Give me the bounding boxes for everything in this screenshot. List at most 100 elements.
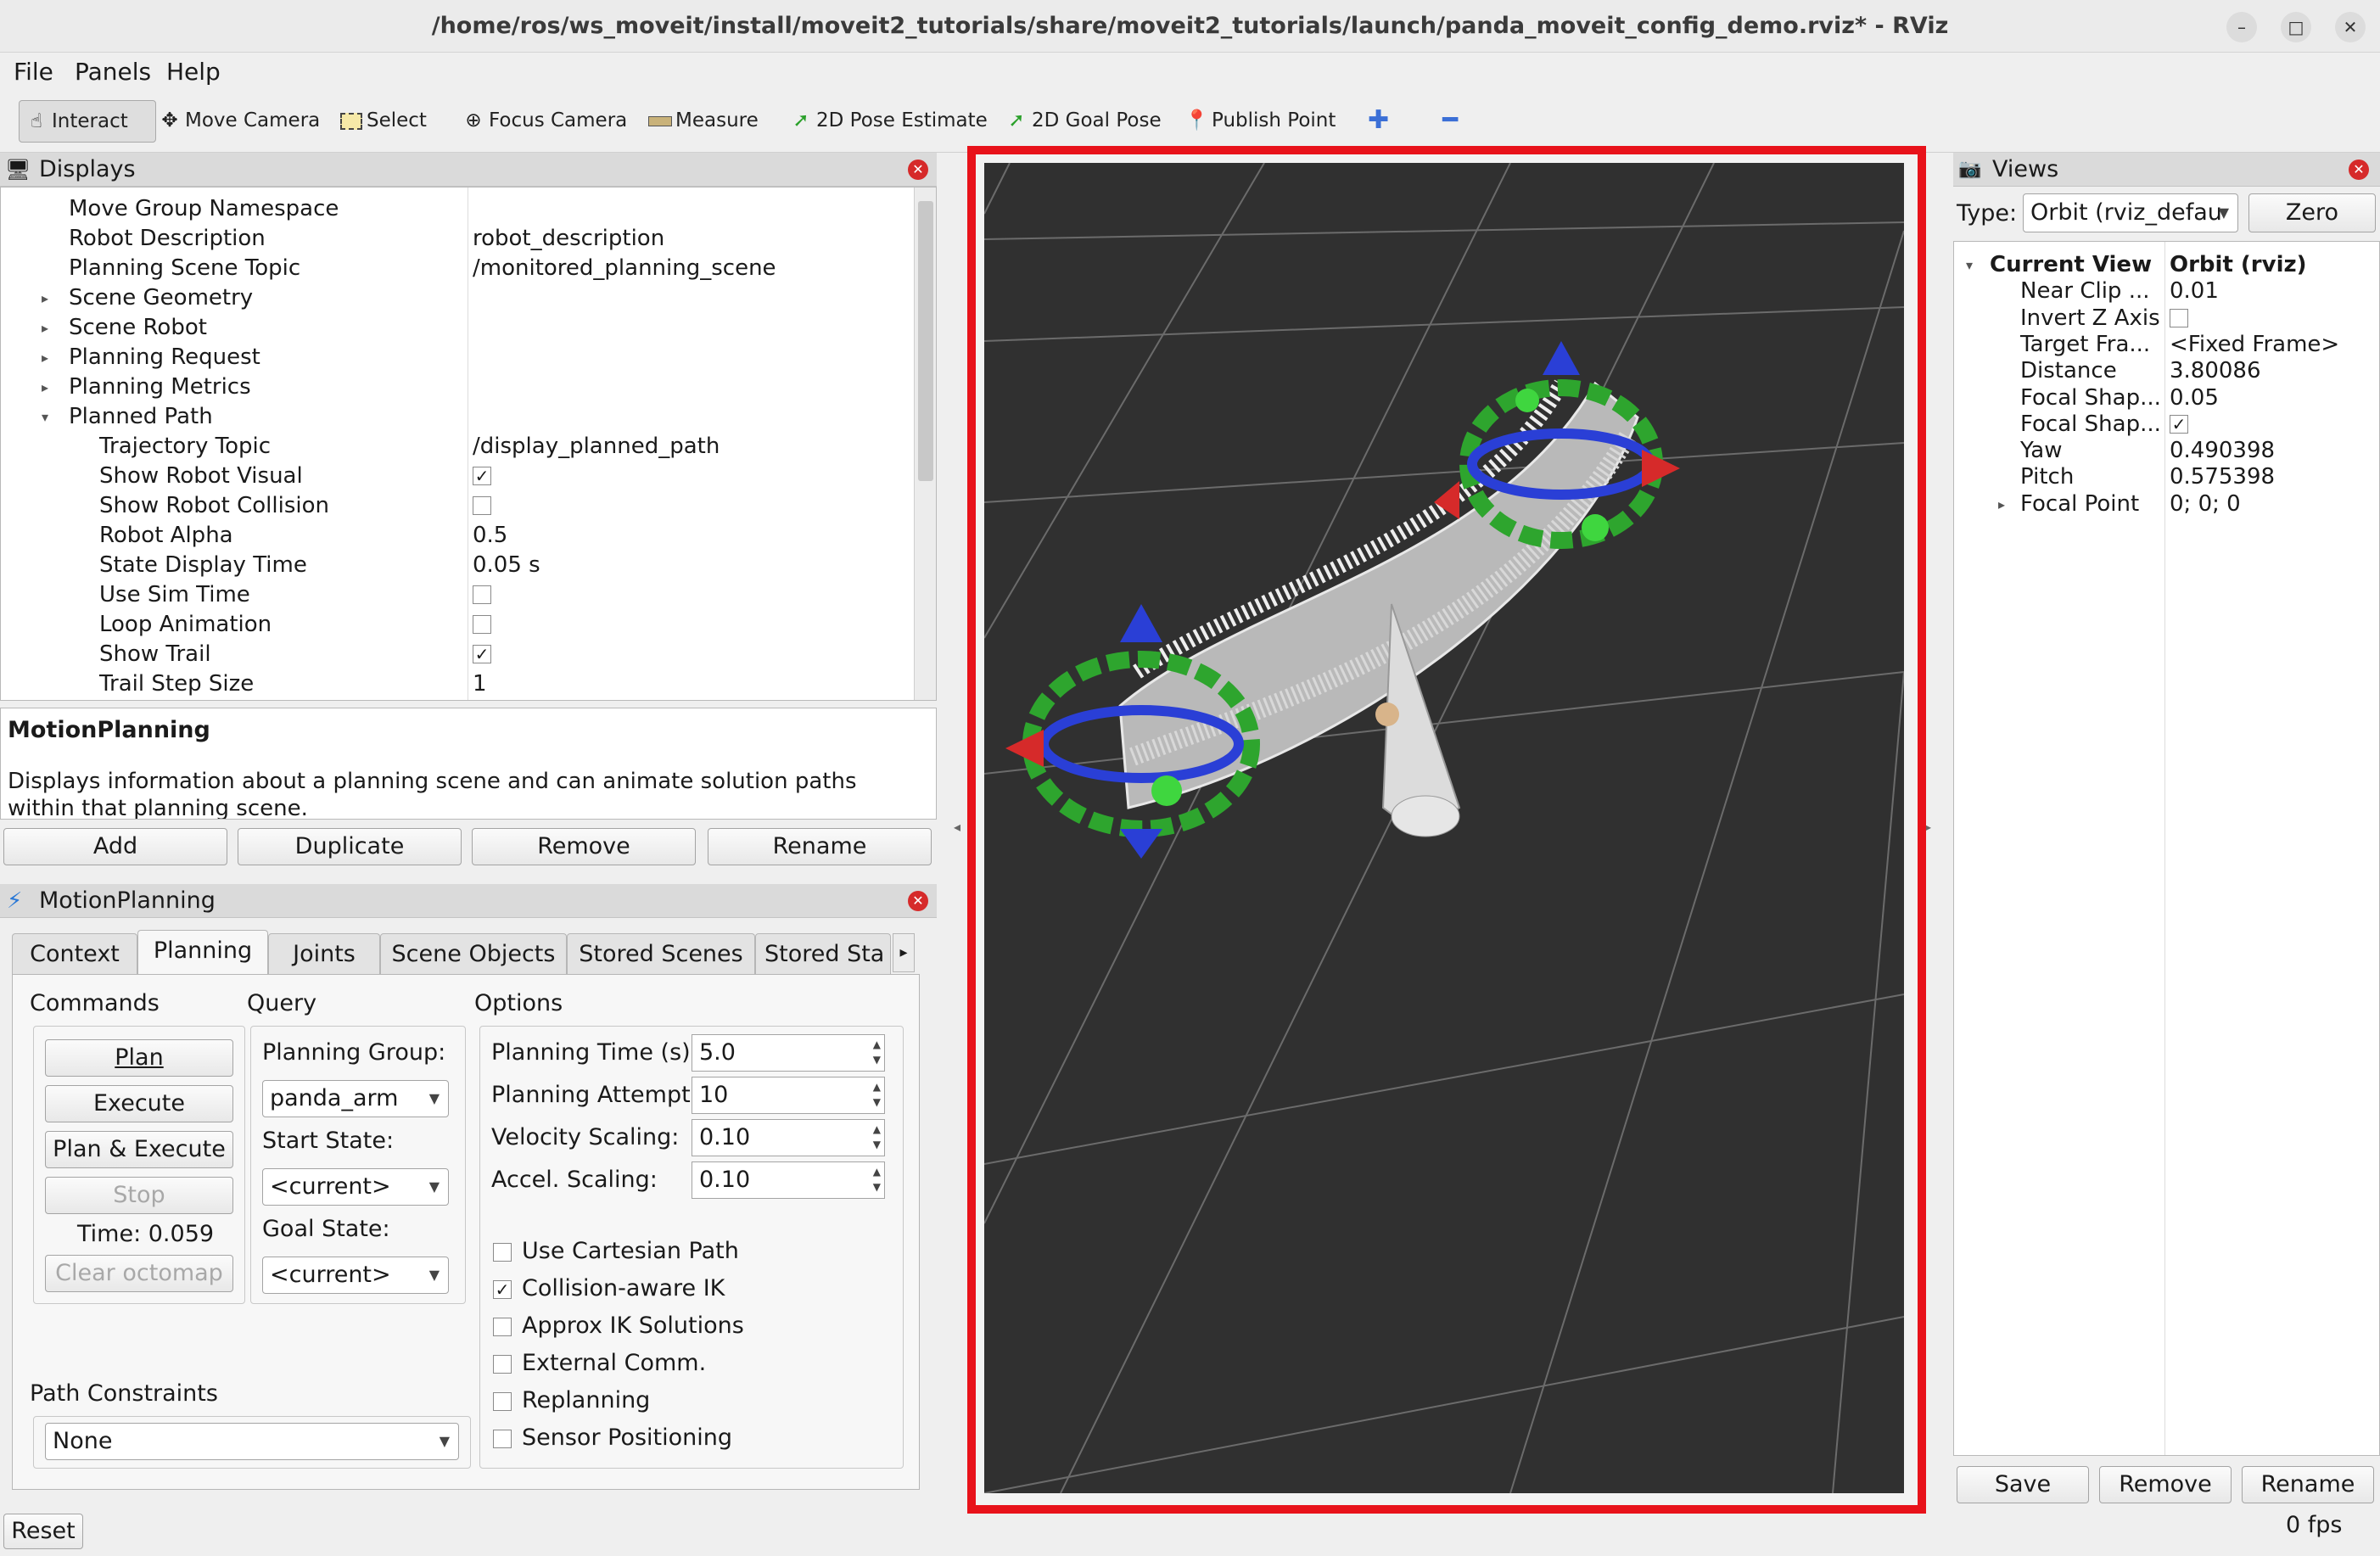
option-checkbox[interactable]: [493, 1243, 512, 1262]
close-icon[interactable]: ✕: [2335, 12, 2366, 42]
close-views-icon[interactable]: ✕: [2349, 160, 2369, 180]
chevron-down-icon[interactable]: ▾: [1966, 257, 1973, 273]
displays-tree[interactable]: Move Group Namespace Robot Description rob…: [0, 187, 937, 701]
reset-button[interactable]: Reset: [3, 1514, 83, 1549]
display-property-name[interactable]: Trajectory Topic: [99, 432, 271, 462]
spin-arrows-icon[interactable]: ▲ ▼: [873, 1164, 881, 1195]
view-property-value[interactable]: Orbit (rviz): [2170, 250, 2307, 280]
remove-tool-icon[interactable]: ━: [1442, 100, 1458, 141]
rename-view-button[interactable]: Rename: [2242, 1466, 2374, 1503]
option-label[interactable]: Approx IK Solutions: [522, 1313, 744, 1339]
planning-time-input[interactable]: 5.0 ▲ ▼: [692, 1034, 885, 1072]
focus-camera-tool-button[interactable]: ⊕ Focus Camera: [462, 100, 627, 141]
tab-scene-objects[interactable]: Scene Objects: [380, 933, 567, 974]
view-property-value[interactable]: <Fixed Frame>: [2170, 330, 2339, 360]
option-checkbox[interactable]: [493, 1355, 512, 1374]
accel-scaling-input[interactable]: 0.10 ▲ ▼: [692, 1161, 885, 1199]
display-property-checkbox[interactable]: ✓: [473, 645, 491, 663]
display-property-name[interactable]: Move Group Namespace: [69, 194, 339, 224]
display-property-name[interactable]: Show Robot Collision: [99, 491, 329, 521]
zero-button[interactable]: Zero: [2248, 193, 2376, 232]
duplicate-button[interactable]: Duplicate: [238, 828, 462, 865]
path-constraints-select[interactable]: None ▼: [45, 1423, 459, 1460]
menu-help[interactable]: Help: [166, 58, 221, 86]
view-property-value[interactable]: 3.80086: [2170, 356, 2261, 386]
start-state-select[interactable]: <current> ▼: [262, 1168, 449, 1206]
display-property-name[interactable]: Trail Step Size: [99, 669, 254, 699]
display-property-value[interactable]: 0.5: [473, 521, 507, 551]
display-property-name[interactable]: State Display Time: [99, 551, 307, 580]
view-property-value[interactable]: 0.490398: [2170, 436, 2275, 466]
execute-button[interactable]: Execute: [45, 1085, 233, 1122]
view-type-select[interactable]: Orbit (rviz_defau ▼: [2023, 193, 2238, 232]
view-property-name[interactable]: Invert Z Axis: [2020, 304, 2160, 333]
chevron-right-icon[interactable]: ▸: [42, 290, 48, 306]
view-property-name[interactable]: Focal Point: [2020, 490, 2139, 519]
view-property-checkbox[interactable]: [2170, 308, 2188, 327]
tab-context[interactable]: Context: [12, 933, 137, 974]
chevron-right-icon[interactable]: ▸: [42, 350, 48, 366]
close-motionplanning-icon[interactable]: ✕: [908, 891, 928, 911]
minimize-icon[interactable]: –: [2226, 12, 2257, 42]
view-property-value[interactable]: 0.01: [2170, 277, 2219, 306]
display-property-value[interactable]: 1: [473, 669, 487, 699]
option-label[interactable]: Sensor Positioning: [522, 1424, 732, 1451]
view-property-name[interactable]: Distance: [2020, 356, 2117, 386]
publish-point-tool-button[interactable]: 📍 Publish Point: [1184, 100, 1336, 141]
chevron-right-icon[interactable]: ▸: [42, 320, 48, 336]
save-view-button[interactable]: Save: [1957, 1466, 2089, 1503]
view-property-value[interactable]: 0.05: [2170, 383, 2219, 413]
rename-display-button[interactable]: Rename: [708, 828, 932, 865]
view-property-name[interactable]: Yaw: [2020, 436, 2063, 466]
goal-state-select[interactable]: <current> ▼: [262, 1257, 449, 1294]
view-property-value[interactable]: 0; 0; 0: [2170, 490, 2241, 519]
render-viewport[interactable]: [984, 163, 1904, 1493]
display-property-checkbox[interactable]: [473, 585, 491, 604]
remove-display-button[interactable]: Remove: [472, 828, 696, 865]
display-property-name[interactable]: Planning Metrics: [69, 372, 251, 402]
option-checkbox[interactable]: [493, 1430, 512, 1448]
views-tree[interactable]: ▾ Current View Orbit (rviz) Near Clip ... 0.…: [1953, 241, 2380, 1456]
plan-button[interactable]: Plan: [45, 1039, 233, 1077]
spin-arrows-icon[interactable]: ▲ ▼: [873, 1122, 881, 1152]
view-property-value[interactable]: 0.575398: [2170, 462, 2275, 492]
tab-planning[interactable]: Planning: [137, 930, 268, 974]
interact-tool-button[interactable]: ☝ Interact: [19, 100, 156, 143]
display-property-value[interactable]: robot_description: [473, 224, 664, 254]
stop-button[interactable]: Stop: [45, 1177, 233, 1214]
pose-estimate-tool-button[interactable]: ➚ 2D Pose Estimate: [789, 100, 987, 141]
display-property-name[interactable]: Robot Description: [69, 224, 266, 254]
view-property-name[interactable]: Target Fra...: [2020, 330, 2150, 360]
displays-scroll-thumb[interactable]: [918, 201, 933, 481]
remove-view-button[interactable]: Remove: [2099, 1466, 2232, 1503]
menu-file[interactable]: File: [14, 58, 53, 86]
goal-pose-tool-button[interactable]: ➚ 2D Goal Pose: [1005, 100, 1161, 141]
display-property-name[interactable]: Scene Geometry: [69, 283, 253, 313]
planning-group-select[interactable]: panda_arm ▼: [262, 1080, 449, 1117]
display-property-value[interactable]: 0.05 s: [473, 551, 540, 580]
planning-attempts-input[interactable]: 10 ▲ ▼: [692, 1077, 885, 1114]
display-property-name[interactable]: Planning Request: [69, 343, 260, 372]
spin-arrows-icon[interactable]: ▲ ▼: [873, 1079, 881, 1110]
display-property-name[interactable]: Robot Alpha: [99, 521, 233, 551]
display-property-name[interactable]: Show Trail: [99, 640, 211, 669]
spin-arrows-icon[interactable]: ▲ ▼: [873, 1037, 881, 1067]
option-label[interactable]: Replanning: [522, 1387, 650, 1413]
chevron-down-icon[interactable]: ▾: [42, 409, 48, 425]
velocity-scaling-input[interactable]: 0.10 ▲ ▼: [692, 1119, 885, 1156]
add-button[interactable]: Add: [3, 828, 227, 865]
option-checkbox[interactable]: ✓: [493, 1280, 512, 1299]
chevron-right-icon[interactable]: ▸: [1998, 496, 2005, 512]
tab-joints[interactable]: Joints: [268, 933, 380, 974]
view-property-name[interactable]: Focal Shap...: [2020, 410, 2161, 439]
display-property-value[interactable]: /monitored_planning_scene: [473, 254, 776, 283]
view-property-name[interactable]: Current View: [1990, 250, 2152, 280]
add-tool-icon[interactable]: ✚: [1368, 100, 1389, 141]
view-property-checkbox[interactable]: ✓: [2170, 414, 2188, 434]
display-property-name[interactable]: Scene Robot: [69, 313, 207, 343]
move-camera-tool-button[interactable]: ✥ Move Camera: [158, 100, 320, 141]
display-property-name[interactable]: Planned Path: [69, 402, 213, 432]
select-tool-button[interactable]: Select: [339, 100, 427, 141]
collapse-left-icon[interactable]: ◂: [954, 819, 960, 835]
menu-panels[interactable]: Panels: [75, 58, 151, 86]
